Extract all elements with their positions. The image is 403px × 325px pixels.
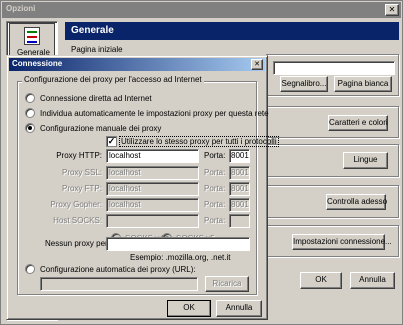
- proxy-config-group-label: Configurazione dei proxy per l'accesso a…: [22, 75, 204, 84]
- reload-button-label: Ricarica: [212, 279, 242, 288]
- proxy-ftp-port-input[interactable]: 8001: [229, 182, 250, 196]
- page-header: Generale: [65, 22, 399, 40]
- no-proxy-example: Esempio: .mozilla.org, .net.it: [130, 253, 231, 262]
- proxy-gopher-host-value: localhost: [109, 200, 141, 209]
- proxy-ftp-port-value: 8001: [231, 184, 249, 193]
- page-title: Generale: [71, 25, 114, 36]
- proxy-ftp-host-input[interactable]: localhost: [106, 182, 199, 196]
- proxy-ftp-host-value: localhost: [109, 184, 141, 193]
- proxy-gopher-label: Proxy Gopher:: [50, 200, 102, 209]
- proxy-ssl-host-input[interactable]: localhost: [106, 166, 199, 180]
- proxy-http-port-value: 8001: [231, 151, 249, 160]
- proxy-http-host-input[interactable]: localhost: [106, 149, 199, 163]
- reload-button[interactable]: Ricarica: [205, 276, 249, 292]
- auto-config-url-input[interactable]: [40, 277, 198, 291]
- home-page-url-input[interactable]: [273, 61, 395, 75]
- proxy-gopher-port-value: 8001: [231, 200, 249, 209]
- manual-proxy-radio[interactable]: [25, 123, 35, 133]
- direct-connection-label: Connessione diretta ad Internet: [40, 94, 152, 103]
- options-close-button[interactable]: ✕: [385, 4, 399, 16]
- same-proxy-label: Utilizzare lo stesso proxy per tutti i p…: [119, 136, 279, 147]
- same-proxy-checkbox[interactable]: ✓: [106, 136, 117, 147]
- socks-port-label: Porta:: [204, 216, 226, 225]
- proxy-gopher-host-input[interactable]: localhost: [106, 198, 199, 212]
- connection-title: Connessione: [12, 59, 63, 68]
- no-proxy-input[interactable]: [106, 237, 250, 251]
- proxy-gopher-port-input[interactable]: 8001: [229, 198, 250, 212]
- bookmark-button[interactable]: Segnalibro...: [280, 76, 328, 92]
- close-icon: ✕: [254, 61, 260, 68]
- socks-port-input[interactable]: [229, 214, 250, 228]
- options-cancel-button[interactable]: Annulla: [350, 272, 395, 289]
- fonts-colors-button[interactable]: Caratteri e colori: [328, 115, 388, 131]
- blank-page-button[interactable]: Pagina bianca: [334, 76, 392, 92]
- connection-settings-button[interactable]: Impostazioni connessione...: [292, 234, 392, 250]
- check-now-button[interactable]: Controlla adesso: [326, 194, 387, 210]
- connection-dialog: Connessione ✕ Configurazione dei proxy p…: [6, 55, 279, 320]
- proxy-ssl-port-input[interactable]: 8001: [229, 166, 250, 180]
- proxy-ssl-port-value: 8001: [231, 168, 249, 177]
- options-ok-button[interactable]: OK: [300, 272, 342, 289]
- home-page-label: Pagina iniziale: [71, 45, 123, 54]
- proxy-http-label: Proxy HTTP:: [56, 151, 102, 160]
- dialog-ok-button[interactable]: OK: [167, 300, 211, 317]
- proxy-ftp-port-label: Porta:: [204, 184, 226, 193]
- manual-proxy-label: Configurazione manuale dei proxy: [40, 124, 162, 133]
- options-titlebar: Opzioni ✕: [2, 2, 401, 18]
- close-icon: ✕: [388, 5, 396, 14]
- no-proxy-label: Nessun proxy per:: [45, 239, 110, 248]
- auto-detect-radio[interactable]: [25, 108, 35, 118]
- proxy-http-port-label: Porta:: [204, 151, 226, 160]
- direct-connection-radio[interactable]: [25, 93, 35, 103]
- auto-detect-label: Individua automaticamente le impostazion…: [40, 109, 269, 118]
- proxy-ssl-host-value: localhost: [109, 168, 141, 177]
- proxy-gopher-port-label: Porta:: [204, 200, 226, 209]
- auto-config-url-label: Configurazione automatica dei proxy (URL…: [40, 265, 196, 274]
- proxy-ssl-port-label: Porta:: [204, 168, 226, 177]
- options-title: Opzioni: [6, 4, 36, 13]
- dialog-cancel-button[interactable]: Annulla: [216, 300, 262, 317]
- proxy-ftp-label: Proxy FTP:: [61, 184, 102, 193]
- proxy-http-host-value: localhost: [109, 151, 141, 160]
- connection-titlebar: Connessione ✕: [9, 58, 265, 71]
- proxy-ssl-label: Proxy SSL:: [61, 168, 102, 177]
- auto-config-url-radio[interactable]: [25, 264, 35, 274]
- generale-icon: [24, 27, 40, 45]
- socks-host-input[interactable]: [106, 214, 199, 228]
- proxy-http-port-input[interactable]: 8001: [229, 149, 250, 163]
- socks-host-label: Host SOCKS:: [53, 216, 102, 225]
- languages-button[interactable]: Lingue: [343, 152, 388, 169]
- connection-close-button[interactable]: ✕: [251, 59, 263, 70]
